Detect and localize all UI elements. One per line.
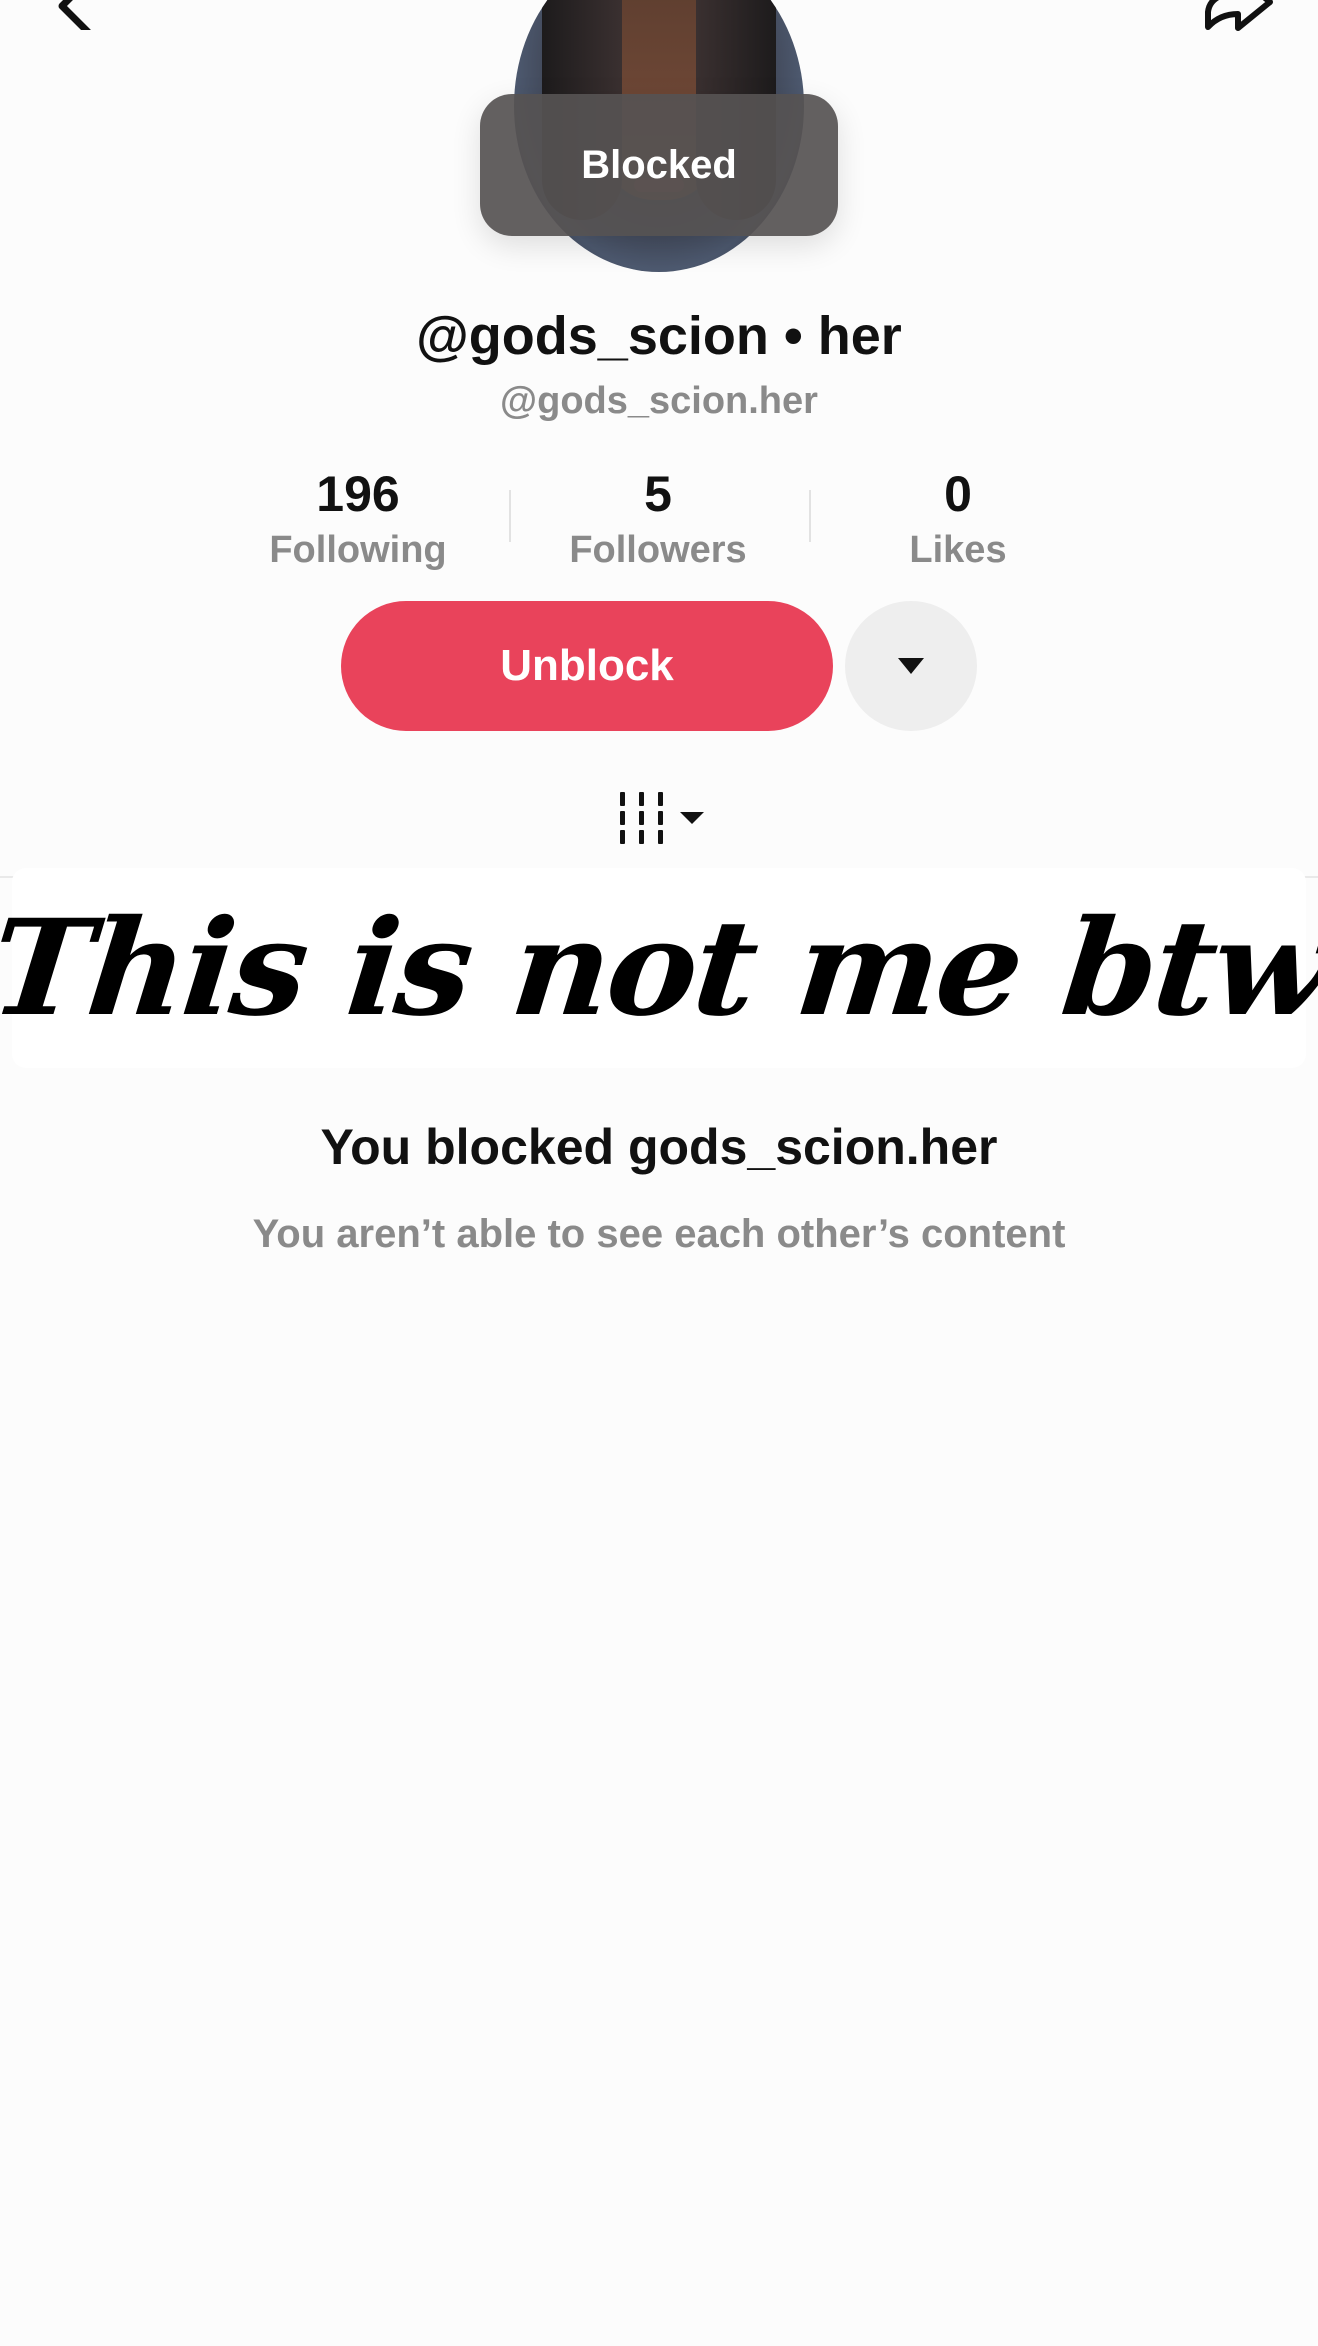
caret-down-icon: [898, 658, 924, 674]
blocked-toast: Blocked: [480, 94, 838, 236]
stat-likes-label: Likes: [909, 529, 1007, 571]
blocked-title: You blocked gods_scion.her: [320, 1119, 998, 1175]
profile-stats: 196 Following 5 Followers 0 Likes: [208, 462, 1108, 582]
stat-following[interactable]: 196 Following: [208, 462, 508, 574]
banner-text: This is not me btw: [0, 890, 1318, 1046]
username: @gods_scion.her: [500, 380, 818, 422]
stat-followers-label: Followers: [569, 529, 747, 571]
stat-likes[interactable]: 0 Likes: [808, 462, 1108, 574]
grid-tab-icon[interactable]: [614, 788, 710, 848]
profile-page: Blocked @gods_scion • her @gods_scion.he…: [0, 0, 1318, 2346]
more-options-button[interactable]: [845, 601, 977, 731]
stat-following-label: Following: [269, 529, 447, 571]
share-icon[interactable]: [1198, 0, 1278, 32]
stat-following-value: 196: [316, 466, 400, 522]
stat-followers[interactable]: 5 Followers: [508, 462, 808, 574]
overlay-banner: This is not me btw: [0, 868, 1318, 1068]
stat-followers-value: 5: [644, 466, 672, 522]
stat-likes-value: 0: [944, 466, 972, 522]
back-arrow-icon[interactable]: [48, 0, 108, 30]
blocked-subtitle: You aren’t able to see each other’s cont…: [252, 1212, 1066, 1256]
display-name: @gods_scion • her: [416, 306, 902, 366]
unblock-button[interactable]: Unblock: [341, 601, 833, 731]
caret-down-icon: [680, 812, 704, 824]
